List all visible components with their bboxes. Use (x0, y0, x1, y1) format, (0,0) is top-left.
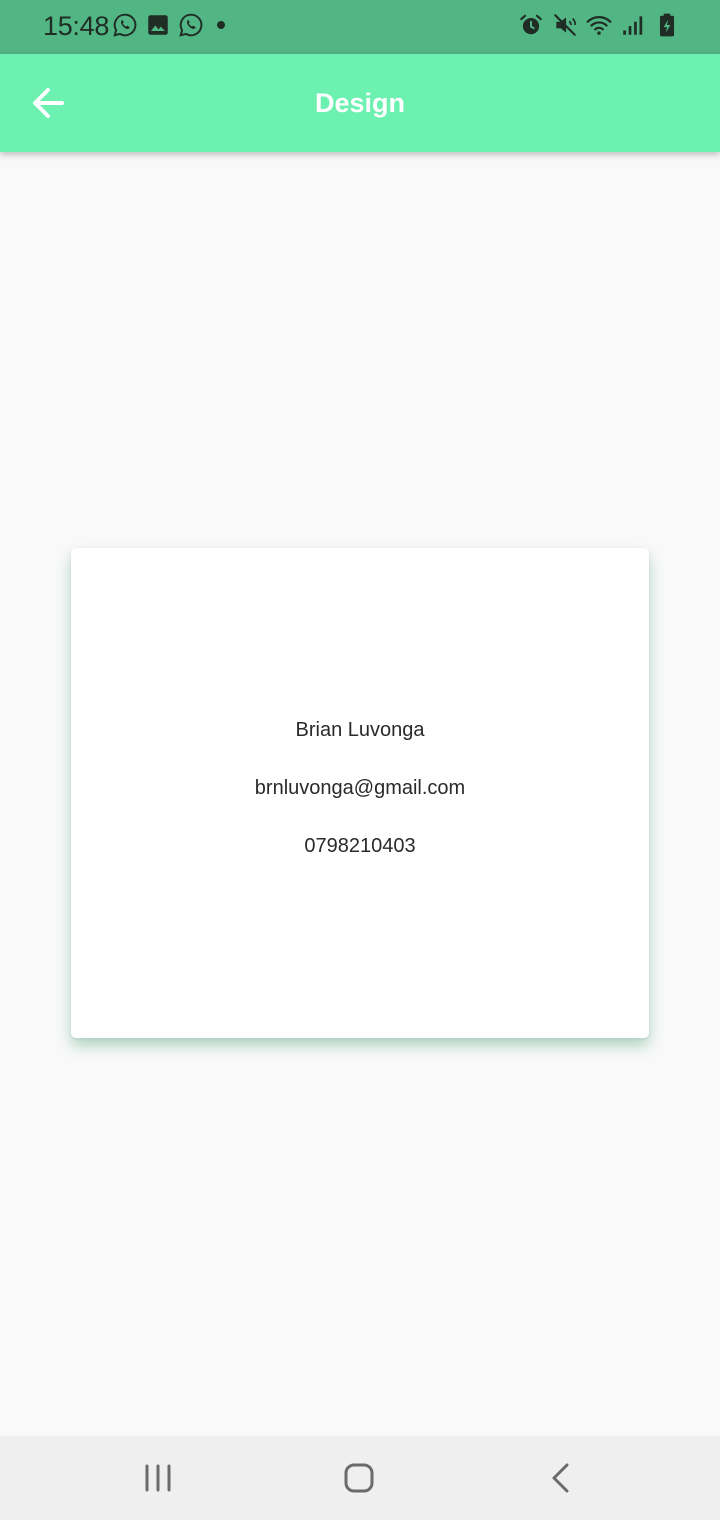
whatsapp-icon (113, 13, 137, 37)
home-button[interactable] (339, 1458, 379, 1498)
notification-icons (112, 12, 225, 38)
arrow-back-icon (33, 88, 64, 118)
recent-apps-button[interactable] (138, 1458, 178, 1498)
page-title: Design (314, 88, 406, 118)
status-bar: 15:48 (0, 0, 720, 54)
wifi-icon (586, 16, 612, 35)
home-icon (344, 1463, 374, 1493)
navigation-bar (0, 1436, 720, 1520)
mute-icon (554, 14, 577, 36)
dot-icon (217, 21, 225, 29)
gallery-icon (148, 15, 168, 35)
back-icon (552, 1463, 569, 1493)
signal-icon (623, 16, 643, 35)
profile-email: brnluvonga@gmail.com (254, 777, 466, 799)
system-back-button[interactable] (541, 1458, 581, 1498)
status-time: 15:48 (43, 11, 110, 41)
profile-phone: 0798210403 (304, 835, 416, 857)
profile-card: Brian Luvonga brnluvonga@gmail.com 07982… (71, 548, 649, 1038)
alarm-icon (520, 14, 542, 35)
battery-icon (659, 13, 675, 37)
profile-name: Brian Luvonga (295, 719, 425, 741)
whatsapp-icon (179, 13, 203, 37)
recent-apps-icon (145, 1464, 171, 1492)
system-icons (518, 12, 680, 38)
back-button[interactable] (24, 79, 72, 127)
app-bar: Design (0, 54, 720, 152)
